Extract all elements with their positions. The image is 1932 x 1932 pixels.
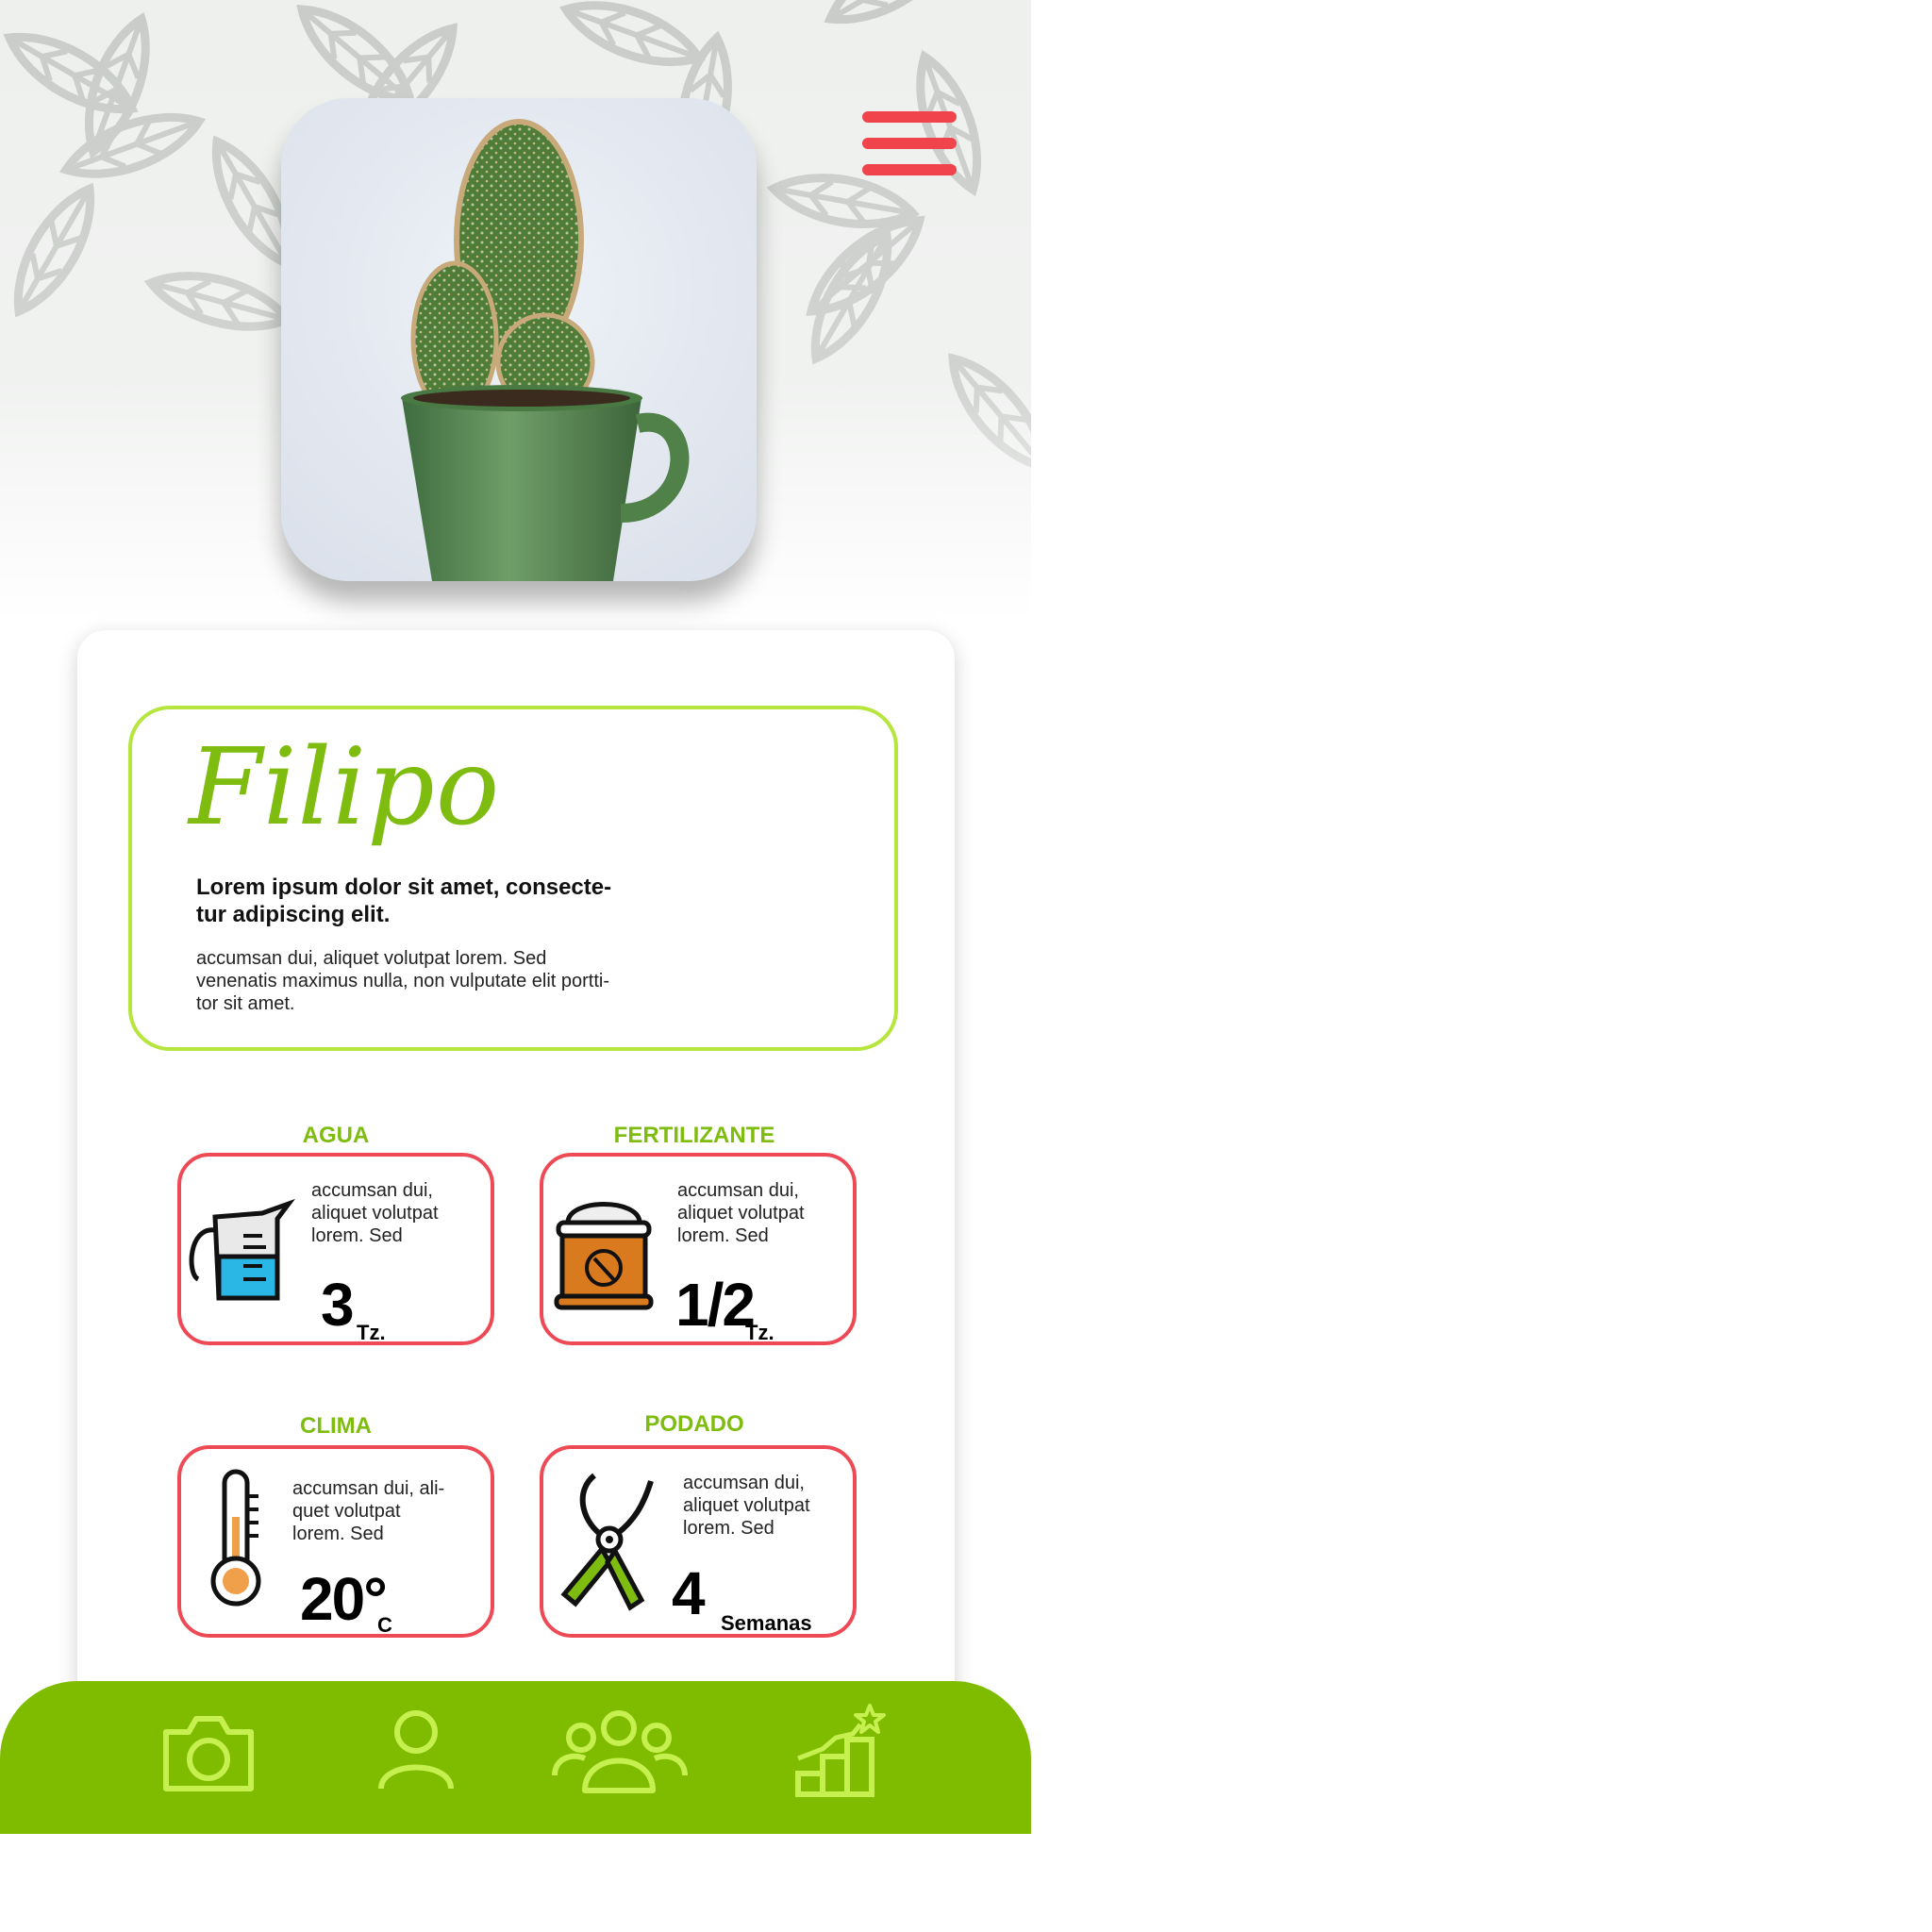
text-line: lorem. Sed xyxy=(311,1225,403,1246)
plant-lead-text: Lorem ipsum dolor sit amet, consecte- tu… xyxy=(196,874,687,928)
plant-photo xyxy=(281,98,757,581)
fertilizer-title: FERTILIZANTE xyxy=(613,1123,775,1148)
text-line: quet volutpat xyxy=(292,1501,401,1522)
measuring-jug-icon xyxy=(189,1198,295,1301)
climate-text: accumsan dui, ali- quet volutpat lorem. … xyxy=(292,1477,444,1545)
menu-line xyxy=(862,111,957,123)
fertilizer-unit: Tz. xyxy=(745,1321,774,1344)
menu-line xyxy=(862,138,957,149)
text-line: lorem. Sed xyxy=(677,1225,769,1246)
climate-title: CLIMA xyxy=(300,1413,372,1439)
text-line: accumsan dui, xyxy=(677,1180,799,1201)
water-title: AGUA xyxy=(302,1123,370,1148)
climate-unit: C xyxy=(377,1613,392,1637)
profile-icon[interactable] xyxy=(375,1707,457,1792)
fertilizer-text: accumsan dui, aliquet volutpat lorem. Se… xyxy=(677,1179,805,1247)
desc-line: accumsan dui, aliquet volutpat lorem. Se… xyxy=(196,948,547,969)
pruning-shears-icon xyxy=(560,1473,654,1611)
pruning-text: accumsan dui, aliquet volutpat lorem. Se… xyxy=(683,1472,810,1540)
pruning-value: 4 xyxy=(672,1559,706,1627)
text-line: accumsan dui, xyxy=(683,1473,805,1493)
text-line: accumsan dui, xyxy=(311,1180,433,1201)
thermometer-icon xyxy=(210,1469,261,1607)
fertilizer-value: 1/2 xyxy=(675,1271,756,1339)
pruning-unit: Semanas xyxy=(721,1611,812,1635)
desc-line: venenatis maximus nulla, non vulputate e… xyxy=(196,971,610,991)
menu-line xyxy=(862,164,957,175)
text-line: aliquet volutpat xyxy=(311,1203,439,1224)
plant-detail-screen: Filipo Lorem ipsum dolor sit amet, conse… xyxy=(0,0,1031,1834)
fertilizer-bag-icon xyxy=(554,1202,654,1310)
water-unit: Tz. xyxy=(357,1321,386,1344)
pruning-title: PODADO xyxy=(644,1411,744,1437)
text-line: aliquet volutpat xyxy=(683,1495,810,1516)
text-line: lorem. Sed xyxy=(292,1524,384,1544)
plant-name: Filipo xyxy=(189,726,501,849)
bottom-nav xyxy=(0,1681,1031,1834)
text-line: aliquet volutpat xyxy=(677,1203,805,1224)
community-icon[interactable] xyxy=(551,1709,689,1794)
hamburger-menu-icon[interactable] xyxy=(860,106,958,183)
desc-line: tor sit amet. xyxy=(196,993,295,1014)
water-value: 3 xyxy=(321,1271,355,1339)
lead-line: Lorem ipsum dolor sit amet, consecte- xyxy=(196,874,612,900)
lead-line: tur adipiscing elit. xyxy=(196,902,391,927)
climate-value: 20° xyxy=(300,1565,388,1633)
camera-icon[interactable] xyxy=(160,1713,257,1794)
water-text: accumsan dui, aliquet volutpat lorem. Se… xyxy=(311,1179,439,1247)
text-line: accumsan dui, ali- xyxy=(292,1478,445,1499)
text-line: lorem. Sed xyxy=(683,1518,774,1539)
cactus-photo-illustration xyxy=(281,98,757,581)
plant-description: accumsan dui, aliquet volutpat lorem. Se… xyxy=(196,947,687,1015)
progress-icon[interactable] xyxy=(794,1702,887,1798)
